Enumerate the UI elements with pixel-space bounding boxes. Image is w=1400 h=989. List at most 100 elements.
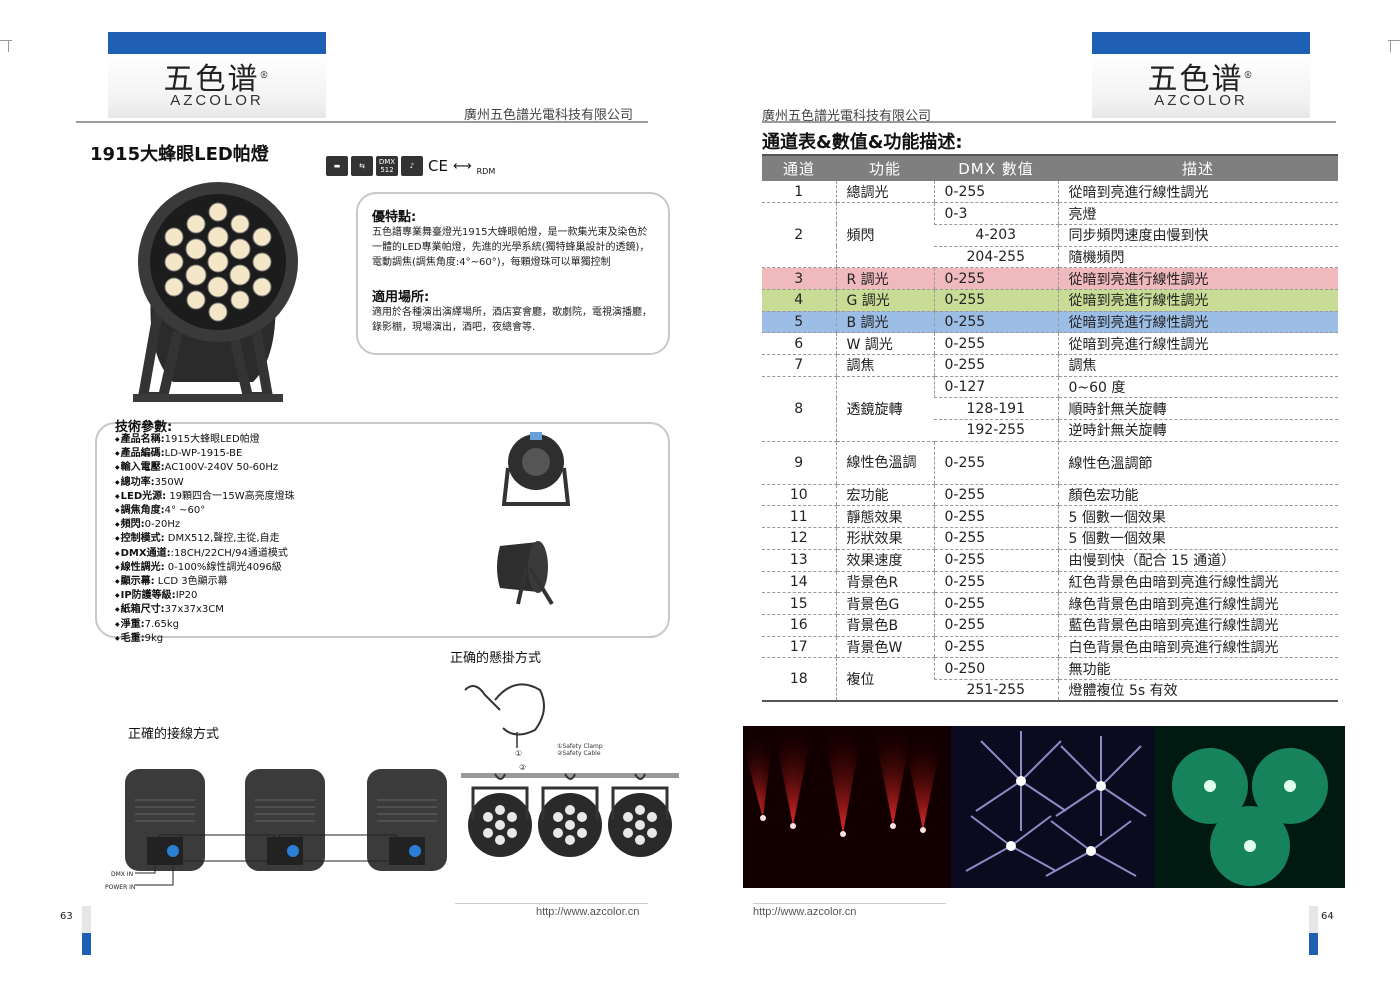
product-side-photo bbox=[490, 526, 568, 608]
spec-item: 輸入電壓:AC100V-240V 50-60Hz bbox=[115, 461, 295, 475]
cell-function: 調焦 bbox=[835, 354, 934, 377]
cell-function: 線性色溫調 bbox=[835, 441, 934, 485]
col-function: 功能 bbox=[836, 154, 934, 181]
cell-description: 線性色溫調節 bbox=[1057, 441, 1338, 485]
cell-channel: 1 bbox=[762, 181, 836, 204]
table-row: 2 頻閃 0-3 亮燈 bbox=[762, 202, 1338, 269]
cell-function: 宏功能 bbox=[835, 484, 934, 507]
cell-function: 靜態效果 bbox=[835, 505, 934, 529]
cell-function: B 調光 bbox=[835, 311, 934, 334]
cell-description: 從暗到亮進行線性調光 bbox=[1057, 289, 1338, 312]
page-number: 63 bbox=[60, 911, 73, 922]
spec-item: DMX通道::18CH/22CH/94通道模式 bbox=[115, 547, 295, 561]
cell-description: 亮燈 bbox=[1057, 202, 1338, 225]
table-row: 4G 調光 0-255 從暗到亮進行線性調光 bbox=[762, 289, 1338, 312]
spec-item: 毛重:9kg bbox=[115, 632, 295, 646]
spec-item: 頻閃:0-20Hz bbox=[115, 518, 295, 532]
dmx-bar-icon: ▬ bbox=[326, 156, 348, 176]
cell-channel: 7 bbox=[762, 354, 836, 377]
cell-dmx: 0-255 bbox=[933, 289, 1058, 312]
cell-description: 白色背景色由暗到亮進行線性調光 bbox=[1057, 636, 1338, 659]
spec-item: 顯示幕: LCD 3色顯示幕 bbox=[115, 575, 295, 589]
cell-function: 複位 bbox=[835, 657, 934, 703]
table-row: 15 背景色G 0-255 綠色背景色由暗到亮進行線性調光 bbox=[762, 592, 1338, 615]
sound-icon: ♪ bbox=[401, 156, 423, 176]
table-header-row: 通道 功能 DMX 數值 描述 bbox=[762, 154, 1338, 181]
cell-description: 5 個數一個效果 bbox=[1057, 505, 1338, 529]
product-title: 1915大蜂眼LED帕燈 bbox=[90, 144, 269, 165]
cell-channel: 16 bbox=[762, 614, 836, 637]
cell-dmx: 0-255 bbox=[933, 484, 1058, 507]
table-row: 9 線性色溫調 0-255 線性色溫調節 bbox=[762, 441, 1338, 485]
green-beam-photo bbox=[1155, 726, 1345, 888]
logo: 五色谱® AZCOLOR bbox=[1092, 32, 1310, 118]
header-rule bbox=[76, 121, 648, 123]
arrows-icon: ⟷ bbox=[452, 158, 472, 174]
red-beam-photo bbox=[743, 726, 951, 888]
table-row: 6W 調光 0-255 從暗到亮進行線性調光 bbox=[762, 332, 1338, 355]
spec-item: 線性調光: 0-100%線性調光4096級 bbox=[115, 561, 295, 575]
cell-dmx: 0-255 bbox=[933, 267, 1058, 290]
specs-list: 產品名稱:1915大蜂眼LED帕燈 產品編碼:LD-WP-1915-BE 輸入電… bbox=[115, 433, 295, 646]
table-row: 8 透鏡旋轉 0-127 0~60 度 bbox=[762, 376, 1338, 442]
clamp-label-1: ① bbox=[515, 749, 522, 758]
cell-channel: 4 bbox=[762, 289, 836, 312]
cert-icons: ▬ ⇆ DMX 512 ♪ CE ⟷ RDM bbox=[326, 156, 495, 176]
cell-channel: 6 bbox=[762, 332, 836, 355]
cell-dmx: 192-255 bbox=[934, 419, 1058, 442]
product-back-photo bbox=[496, 428, 574, 510]
logo-en: AZCOLOR bbox=[170, 92, 264, 109]
cell-function: R 調光 bbox=[835, 267, 934, 290]
cell-function: G 調光 bbox=[835, 289, 934, 312]
spec-item: LED光源: 19顆四合一15W高亮度燈珠 bbox=[115, 490, 295, 504]
cell-description: 調焦 bbox=[1057, 354, 1338, 377]
cell-description: 從暗到亮進行線性調光 bbox=[1057, 332, 1338, 355]
cell-channel: 18 bbox=[762, 657, 836, 703]
usage-text: 適用於各種演出演繹場所，酒店宴會廳，歌劇院，電視演播廳，錄影棚，現場演出，酒吧，… bbox=[372, 307, 652, 333]
table-row: 18 複位 0-250 無功能 bbox=[762, 657, 1338, 703]
power-in-label: POWER IN bbox=[105, 884, 135, 891]
cell-channel: 8 bbox=[762, 376, 836, 442]
logo: 五色谱® AZCOLOR bbox=[108, 32, 326, 118]
cell-channel: 10 bbox=[762, 484, 836, 507]
cell-function: 背景色W bbox=[835, 636, 934, 659]
cell-description: 紅色背景色由暗到亮進行線性調光 bbox=[1057, 571, 1338, 594]
cell-dmx: 0-255 bbox=[933, 636, 1058, 659]
cell-description: 0~60 度 bbox=[1057, 376, 1338, 399]
product-photo bbox=[133, 182, 298, 402]
channel-table-body: 1 總調光 0-255 從暗到亮進行線性調光 2 頻閃 0-3 亮燈 4-203 同步頻閃速度由慢… bbox=[762, 181, 1338, 703]
footer-url: http://www.azcolor.cn bbox=[753, 906, 857, 918]
cell-description: 顏色宏功能 bbox=[1057, 484, 1338, 507]
col-dmx: DMX 數值 bbox=[934, 154, 1058, 181]
advantages-heading: 優特點: bbox=[372, 210, 417, 225]
table-row: 1 總調光 0-255 從暗到亮進行線性調光 bbox=[762, 181, 1338, 204]
dmx-in-label: DMX IN bbox=[111, 871, 133, 878]
cell-description: 由慢到快（配合 15 通道） bbox=[1057, 549, 1338, 572]
cell-channel: 13 bbox=[762, 549, 836, 572]
cell-description: 同步頻閃速度由慢到快 bbox=[1057, 224, 1338, 247]
cell-channel: 12 bbox=[762, 527, 836, 550]
cell-channel: 2 bbox=[762, 202, 836, 269]
cell-description: 從暗到亮進行線性調光 bbox=[1057, 311, 1338, 334]
hanging-diagram: ① ② ①Safety Clamp ②Safety Cable bbox=[461, 683, 679, 857]
cell-channel: 3 bbox=[762, 267, 836, 290]
table-row: 16 背景色B 0-255 藍色背景色由暗到亮進行線性調光 bbox=[762, 614, 1338, 637]
cell-description: 無功能 bbox=[1057, 657, 1338, 680]
cell-channel: 5 bbox=[762, 311, 836, 334]
table-row: 10 宏功能 0-255 顏色宏功能 bbox=[762, 484, 1338, 507]
cell-dmx: 0-255 bbox=[933, 549, 1058, 572]
table-row: 5B 調光 0-255 從暗到亮進行線性調光 bbox=[762, 311, 1338, 334]
col-description: 描述 bbox=[1058, 154, 1338, 181]
cell-dmx: 0-3 bbox=[933, 202, 1058, 225]
cell-dmx: 0-255 bbox=[933, 614, 1058, 637]
wiring-caption: 正確的接線方式 bbox=[128, 727, 220, 742]
cell-function: 背景色R bbox=[835, 571, 934, 594]
table-row: 7 調焦 0-255 調焦 bbox=[762, 354, 1338, 377]
spec-item: 控制模式: DMX512,聲控,主從,自走 bbox=[115, 532, 295, 546]
channel-table: 通道 功能 DMX 數值 描述 1 總調光 0-255 從暗到亮進行線性調光 2 頻閃 0-… bbox=[762, 154, 1338, 703]
ce-mark: CE bbox=[428, 157, 448, 175]
white-beam-photo bbox=[951, 726, 1155, 888]
spec-item: 調焦角度:4° ~60° bbox=[115, 504, 295, 518]
spec-item: 產品名稱:1915大蜂眼LED帕燈 bbox=[115, 433, 295, 447]
right-page: 五色谱® AZCOLOR 廣州五色譜光電科技有限公司 通道表&數值&功能描述: … bbox=[700, 0, 1400, 989]
